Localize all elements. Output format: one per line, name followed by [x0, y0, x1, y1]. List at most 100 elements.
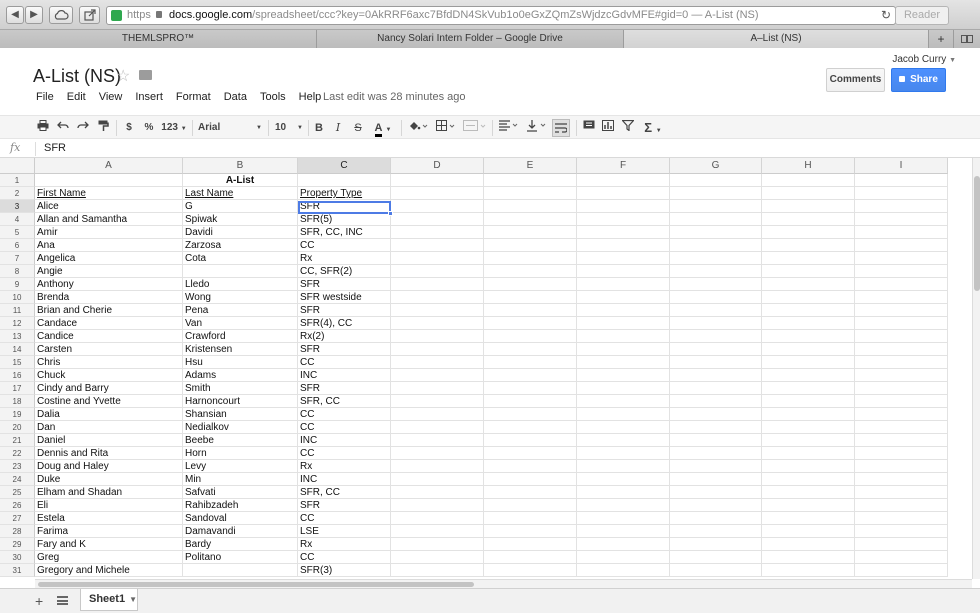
number-format-button[interactable]: 123 ▼: [160, 120, 188, 136]
cell-h18[interactable]: [762, 395, 855, 408]
cell-e21[interactable]: [484, 434, 577, 447]
cell-h28[interactable]: [762, 525, 855, 538]
cell-b14[interactable]: Kristensen: [183, 343, 298, 356]
cell-i13[interactable]: [855, 330, 948, 343]
column-header-b[interactable]: B: [183, 158, 298, 174]
comments-button[interactable]: Comments: [826, 68, 885, 92]
cell-f5[interactable]: [577, 226, 670, 239]
cell-h26[interactable]: [762, 499, 855, 512]
cell-i2[interactable]: [855, 187, 948, 200]
cell-c6[interactable]: CC: [298, 239, 391, 252]
cell-c28[interactable]: LSE: [298, 525, 391, 538]
cell-a25[interactable]: Elham and Shadan: [35, 486, 183, 499]
cell-f8[interactable]: [577, 265, 670, 278]
cell-a14[interactable]: Carsten: [35, 343, 183, 356]
menu-edit[interactable]: Edit: [67, 89, 86, 105]
tab-a-list[interactable]: A–List (NS): [624, 30, 929, 48]
cell-f20[interactable]: [577, 421, 670, 434]
cell-e14[interactable]: [484, 343, 577, 356]
align-left-icon[interactable]: [497, 120, 521, 136]
wrap-text-icon[interactable]: [552, 119, 570, 137]
cell-b27[interactable]: Sandoval: [183, 512, 298, 525]
cell-d11[interactable]: [391, 304, 484, 317]
cell-a23[interactable]: Doug and Haley: [35, 460, 183, 473]
menu-insert[interactable]: Insert: [135, 89, 163, 105]
cell-d15[interactable]: [391, 356, 484, 369]
cell-a16[interactable]: Chuck: [35, 369, 183, 382]
cell-d19[interactable]: [391, 408, 484, 421]
cell-g10[interactable]: [670, 291, 762, 304]
cell-d17[interactable]: [391, 382, 484, 395]
vertical-scrollbar[interactable]: [972, 158, 980, 579]
row-header[interactable]: 1: [0, 174, 35, 187]
cell-c2[interactable]: Property Type: [298, 187, 391, 200]
cell-f15[interactable]: [577, 356, 670, 369]
cell-b16[interactable]: Adams: [183, 369, 298, 382]
cell-a8[interactable]: Angie: [35, 265, 183, 278]
column-header-h[interactable]: H: [762, 158, 855, 174]
font-size-select[interactable]: 10 ▼: [275, 120, 303, 136]
new-tab-button[interactable]: +: [929, 30, 954, 48]
cell-h29[interactable]: [762, 538, 855, 551]
cell-h2[interactable]: [762, 187, 855, 200]
cell-g6[interactable]: [670, 239, 762, 252]
cell-a2[interactable]: First Name: [35, 187, 183, 200]
cell-i21[interactable]: [855, 434, 948, 447]
fill-color-icon[interactable]: [406, 120, 430, 136]
cell-d27[interactable]: [391, 512, 484, 525]
cell-e6[interactable]: [484, 239, 577, 252]
cell-b7[interactable]: Cota: [183, 252, 298, 265]
cell-b25[interactable]: Safvati: [183, 486, 298, 499]
row-header[interactable]: 11: [0, 304, 35, 317]
menu-tools[interactable]: Tools: [260, 89, 286, 105]
cell-g12[interactable]: [670, 317, 762, 330]
cell-e5[interactable]: [484, 226, 577, 239]
text-color-button[interactable]: A ▼: [370, 120, 396, 137]
cell-d22[interactable]: [391, 447, 484, 460]
cell-b31[interactable]: [183, 564, 298, 577]
cell-e20[interactable]: [484, 421, 577, 434]
cell-d25[interactable]: [391, 486, 484, 499]
cell-e11[interactable]: [484, 304, 577, 317]
cell-h17[interactable]: [762, 382, 855, 395]
vertical-align-icon[interactable]: [525, 120, 549, 136]
cell-h4[interactable]: [762, 213, 855, 226]
cell-c12[interactable]: SFR(4), CC: [298, 317, 391, 330]
cell-i19[interactable]: [855, 408, 948, 421]
cell-f30[interactable]: [577, 551, 670, 564]
cell-h8[interactable]: [762, 265, 855, 278]
cell-f3[interactable]: [577, 200, 670, 213]
cell-c26[interactable]: SFR: [298, 499, 391, 512]
row-header[interactable]: 7: [0, 252, 35, 265]
row-header[interactable]: 10: [0, 291, 35, 304]
cell-f22[interactable]: [577, 447, 670, 460]
cell-c16[interactable]: INC: [298, 369, 391, 382]
cell-a4[interactable]: Allan and Samantha: [35, 213, 183, 226]
cell-e25[interactable]: [484, 486, 577, 499]
user-name[interactable]: Jacob Curry ▼: [892, 54, 956, 65]
cell-h13[interactable]: [762, 330, 855, 343]
cell-a9[interactable]: Anthony: [35, 278, 183, 291]
cell-d20[interactable]: [391, 421, 484, 434]
cell-b6[interactable]: Zarzosa: [183, 239, 298, 252]
cell-f21[interactable]: [577, 434, 670, 447]
cell-b17[interactable]: Smith: [183, 382, 298, 395]
cell-c11[interactable]: SFR: [298, 304, 391, 317]
cell-d16[interactable]: [391, 369, 484, 382]
share-page-icon[interactable]: [79, 6, 100, 24]
reader-button[interactable]: Reader: [895, 6, 949, 25]
cell-f17[interactable]: [577, 382, 670, 395]
cell-i3[interactable]: [855, 200, 948, 213]
cell-e27[interactable]: [484, 512, 577, 525]
cell-g30[interactable]: [670, 551, 762, 564]
cell-c31[interactable]: SFR(3): [298, 564, 391, 577]
cell-f13[interactable]: [577, 330, 670, 343]
row-header[interactable]: 19: [0, 408, 35, 421]
cell-d6[interactable]: [391, 239, 484, 252]
cell-d28[interactable]: [391, 525, 484, 538]
cell-b5[interactable]: Davidi: [183, 226, 298, 239]
cell-g13[interactable]: [670, 330, 762, 343]
cell-d29[interactable]: [391, 538, 484, 551]
cell-e28[interactable]: [484, 525, 577, 538]
filter-icon[interactable]: [621, 119, 635, 136]
